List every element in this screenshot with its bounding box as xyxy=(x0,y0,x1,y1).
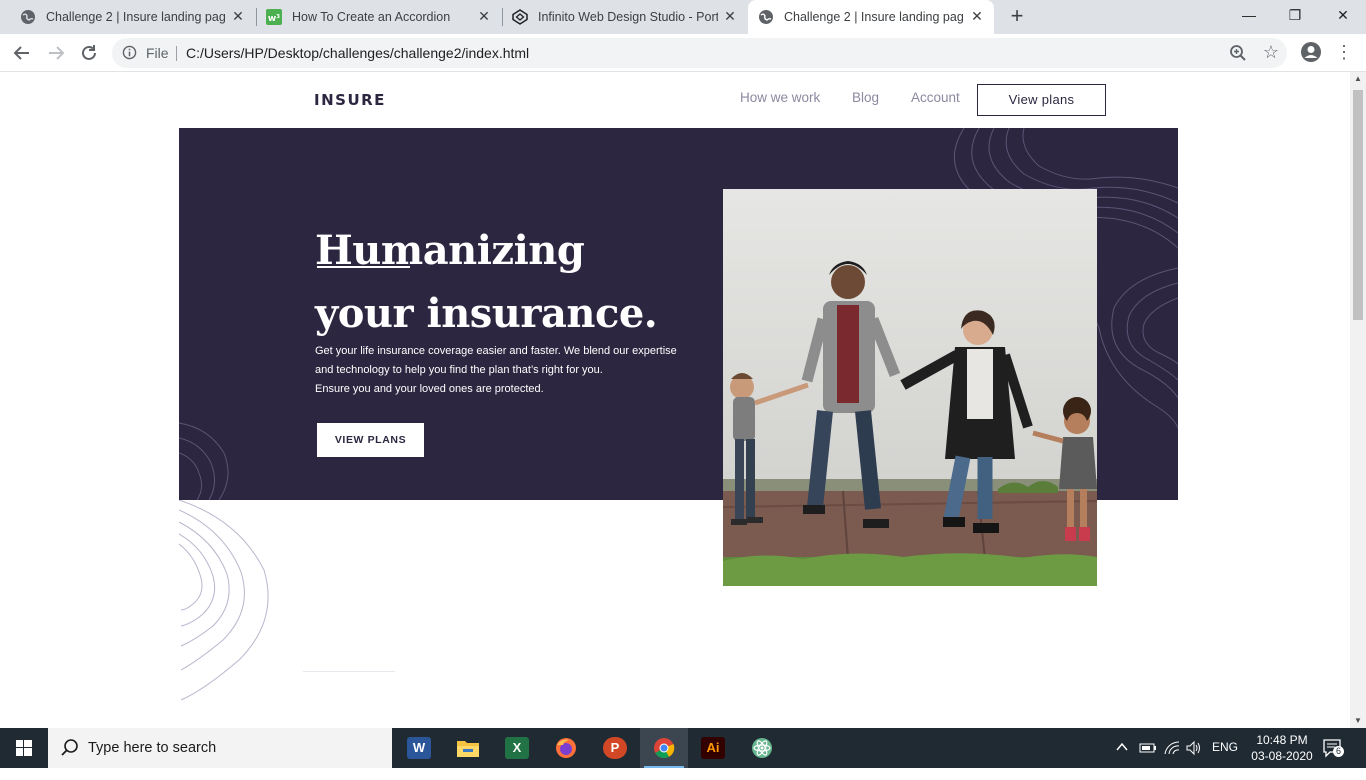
profile-avatar-icon[interactable] xyxy=(1300,41,1322,63)
scroll-down-arrow-icon[interactable]: ▼ xyxy=(1353,716,1363,726)
taskbar-atom[interactable] xyxy=(738,728,786,768)
bottom-pattern-decoration xyxy=(179,500,269,700)
excel-icon: X xyxy=(505,737,529,759)
hero-family-photo xyxy=(723,189,1097,586)
tab-insure-1[interactable]: Challenge 2 | Insure landing page ✕ xyxy=(10,0,254,34)
hero-description-line1: Get your life insurance coverage easier … xyxy=(315,345,677,357)
site-logo[interactable]: INSURE xyxy=(314,91,386,109)
info-icon[interactable] xyxy=(122,45,137,60)
taskbar-illustrator[interactable]: Ai xyxy=(689,728,737,768)
page-scrollbar[interactable]: ▲ ▼ xyxy=(1350,72,1366,728)
taskbar-word[interactable]: W xyxy=(395,728,443,768)
battery-icon[interactable] xyxy=(1139,740,1157,780)
close-tab-icon[interactable]: ✕ xyxy=(969,8,985,24)
clock-date: 03-08-2020 xyxy=(1251,749,1313,763)
search-icon xyxy=(61,739,78,756)
search-placeholder: Type here to search xyxy=(88,740,217,756)
illustrator-icon: Ai xyxy=(701,737,725,759)
divider xyxy=(176,46,177,61)
family-photo-illustration xyxy=(723,189,1097,586)
wifi-icon[interactable] xyxy=(1163,740,1181,780)
atom-icon xyxy=(752,738,772,758)
address-bar[interactable]: File C:/Users/HP/Desktop/challenges/chal… xyxy=(112,38,1287,68)
chrome-icon xyxy=(654,738,675,759)
tab-accordion[interactable]: w³ How To Create an Accordion ✕ xyxy=(256,0,500,34)
scroll-thumb[interactable] xyxy=(1353,90,1363,320)
restore-button[interactable]: ❐ xyxy=(1272,0,1318,34)
tab-insure-active[interactable]: Challenge 2 | Insure landing page ✕ xyxy=(748,0,994,34)
action-center-button[interactable]: 6 xyxy=(1322,738,1344,758)
hero-title-line1: Humanizing xyxy=(315,227,585,274)
taskbar-clock[interactable]: 10:48 PM 03-08-2020 xyxy=(1245,732,1319,764)
nav-account[interactable]: Account xyxy=(911,90,960,105)
close-tab-icon[interactable]: ✕ xyxy=(230,8,246,24)
close-window-button[interactable]: ✕ xyxy=(1320,0,1366,34)
view-plans-hero-button[interactable]: VIEW PLANS xyxy=(317,423,424,457)
notification-count: 6 xyxy=(1333,746,1344,757)
back-arrow-icon xyxy=(13,46,29,60)
nav-how-we-work[interactable]: How we work xyxy=(740,90,820,105)
close-tab-icon[interactable]: ✕ xyxy=(722,8,738,24)
nav-blog[interactable]: Blog xyxy=(852,90,879,105)
scheme-label: File xyxy=(146,45,169,61)
taskbar-powerpoint[interactable]: P xyxy=(591,728,639,768)
globe-icon xyxy=(21,10,35,24)
tab-title: Challenge 2 | Insure landing page xyxy=(784,10,964,24)
section-accent-line xyxy=(303,671,395,672)
close-tab-icon[interactable]: ✕ xyxy=(476,8,492,24)
page-viewport: INSURE How we work Blog Account View pla… xyxy=(0,72,1350,728)
back-button[interactable] xyxy=(11,42,33,64)
browser-toolbar: File C:/Users/HP/Desktop/challenges/chal… xyxy=(0,34,1366,72)
kebab-menu-icon[interactable]: ⋮ xyxy=(1334,40,1354,64)
taskbar-firefox[interactable] xyxy=(542,728,590,768)
language-indicator[interactable]: ENG xyxy=(1212,740,1238,780)
tab-bar: Challenge 2 | Insure landing page ✕ w³ H… xyxy=(0,0,1366,34)
powerpoint-icon: P xyxy=(603,737,627,759)
volume-icon[interactable] xyxy=(1185,740,1203,780)
view-plans-nav-button[interactable]: View plans xyxy=(977,84,1106,116)
forward-button[interactable] xyxy=(45,42,67,64)
globe-icon xyxy=(759,10,773,24)
bookmark-star-icon[interactable]: ☆ xyxy=(1263,42,1279,63)
svg-text:w³: w³ xyxy=(268,14,280,24)
tab-infinito[interactable]: Infinito Web Design Studio - Portfolio ✕ xyxy=(502,0,746,34)
reload-button[interactable] xyxy=(78,42,100,64)
show-hidden-icons-icon[interactable] xyxy=(1114,739,1130,779)
clock-time: 10:48 PM xyxy=(1256,733,1308,747)
file-explorer-icon xyxy=(457,741,479,757)
tab-title: Infinito Web Design Studio - Portfolio xyxy=(538,10,718,24)
minimize-button[interactable]: — xyxy=(1226,0,1272,34)
hero-description-line2: and technology to help you find the plan… xyxy=(315,364,603,376)
taskbar-file-explorer[interactable] xyxy=(444,728,492,768)
reload-icon xyxy=(82,45,96,60)
taskbar-excel[interactable]: X xyxy=(493,728,541,768)
taskbar-search[interactable]: Type here to search xyxy=(48,728,392,768)
new-tab-button[interactable]: + xyxy=(1007,5,1027,27)
windows-taskbar: Type here to search W X P Ai ENG 10:48 P… xyxy=(0,728,1366,768)
hero-description-line3: Ensure you and your loved ones are prote… xyxy=(315,383,544,395)
start-button[interactable] xyxy=(0,728,48,768)
tab-title: Challenge 2 | Insure landing page xyxy=(46,10,226,24)
forward-arrow-icon xyxy=(49,46,65,60)
hero-title-line2: your insurance. xyxy=(315,290,658,337)
taskbar-chrome[interactable] xyxy=(640,728,688,768)
scroll-up-arrow-icon[interactable]: ▲ xyxy=(1353,74,1363,84)
word-icon: W xyxy=(407,737,431,759)
tab-title: How To Create an Accordion xyxy=(292,10,451,24)
zoom-icon[interactable] xyxy=(1229,44,1247,62)
url-text[interactable]: C:/Users/HP/Desktop/challenges/challenge… xyxy=(186,45,529,61)
w3schools-icon: w³ xyxy=(266,9,282,25)
windows-logo-icon xyxy=(16,740,32,756)
codepen-icon xyxy=(512,9,528,25)
firefox-icon xyxy=(556,738,576,758)
